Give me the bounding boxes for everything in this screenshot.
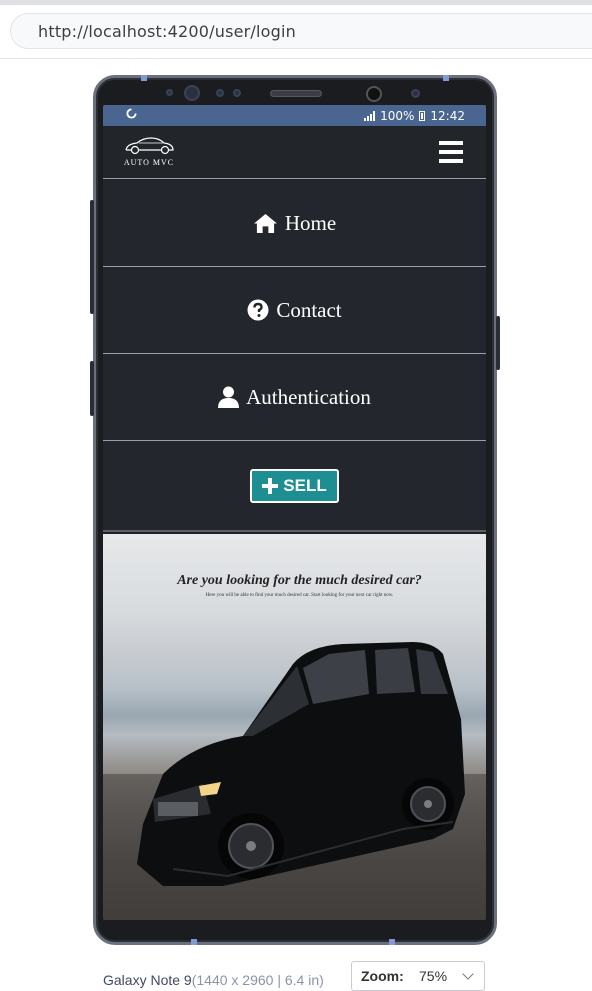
- power-button: [496, 316, 500, 370]
- front-camera-icon: [366, 86, 382, 102]
- antenna-band: [443, 75, 449, 81]
- hero-banner: Are you looking for the much desired car…: [103, 534, 486, 920]
- user-icon: [218, 386, 240, 408]
- home-icon: [253, 213, 277, 233]
- device-spec: (1440 x 2960 | 6.4 in): [191, 972, 324, 988]
- device-selector[interactable]: Galaxy Note 9(1440 x 2960 | 6.4 in): [103, 972, 324, 988]
- browser-top-strip: [0, 0, 592, 5]
- antenna-band: [191, 939, 197, 945]
- nav-item-home[interactable]: Home: [103, 180, 486, 267]
- chevron-down-icon: [462, 968, 474, 980]
- device-frame: 100% 12:42 AUTO MVC Home Contact Authent…: [90, 75, 500, 945]
- battery-percent: 100%: [380, 109, 415, 123]
- phone-screen: 100% 12:42 AUTO MVC Home Contact Authent…: [103, 105, 486, 920]
- battery-icon: [419, 111, 426, 121]
- question-circle-icon: [247, 299, 269, 321]
- clock: 12:42: [430, 109, 465, 123]
- suv-car-image: [103, 642, 486, 920]
- device-name: Galaxy Note 9: [103, 972, 192, 988]
- logo-text: AUTO MVC: [123, 158, 175, 167]
- bixby-button: [90, 361, 94, 416]
- antenna-band: [389, 939, 395, 945]
- device-toolbar: Galaxy Note 9(1440 x 2960 | 6.4 in) Zoom…: [0, 955, 592, 991]
- divider: [0, 58, 592, 59]
- zoom-select[interactable]: Zoom: 75%: [351, 961, 485, 991]
- sync-icon: [126, 108, 137, 122]
- hero-subtitle: Here you will be able to find your much …: [205, 593, 394, 598]
- car-logo-icon: [125, 137, 174, 155]
- signal-icon: [364, 111, 376, 121]
- zoom-value: 75%: [419, 968, 448, 984]
- app-navbar: AUTO MVC: [103, 127, 486, 179]
- sensor-icon: [166, 89, 173, 96]
- sensor-icon: [411, 89, 420, 98]
- sensor-icon: [216, 89, 224, 97]
- sell-row: SELL: [103, 441, 486, 532]
- hamburger-menu-icon[interactable]: [439, 141, 463, 163]
- hero-title: Are you looking for the much desired car…: [177, 573, 422, 588]
- brand-logo[interactable]: AUTO MVC: [121, 135, 177, 171]
- earpiece-speaker: [270, 90, 322, 97]
- nav-item-label: Home: [284, 210, 337, 235]
- volume-button: [90, 200, 94, 314]
- antenna-band: [141, 75, 147, 81]
- plus-icon: [262, 477, 279, 494]
- status-bar: 100% 12:42: [103, 105, 486, 126]
- nav-item-label: Contact: [276, 297, 342, 322]
- nav-item-authentication[interactable]: Authentication: [103, 354, 486, 441]
- address-bar[interactable]: http://localhost:4200/user/login: [10, 13, 592, 49]
- iris-scanner-icon: [184, 85, 200, 101]
- sell-button-label: SELL: [283, 475, 327, 495]
- sensor-icon: [233, 89, 241, 97]
- sell-button[interactable]: SELL: [250, 468, 339, 503]
- zoom-label: Zoom:: [361, 968, 404, 984]
- url-text[interactable]: http://localhost:4200/user/login: [38, 22, 296, 41]
- nav-item-label: Authentication: [246, 384, 371, 409]
- nav-menu: Home Contact Authentication SELL: [103, 180, 486, 532]
- nav-item-contact[interactable]: Contact: [103, 267, 486, 354]
